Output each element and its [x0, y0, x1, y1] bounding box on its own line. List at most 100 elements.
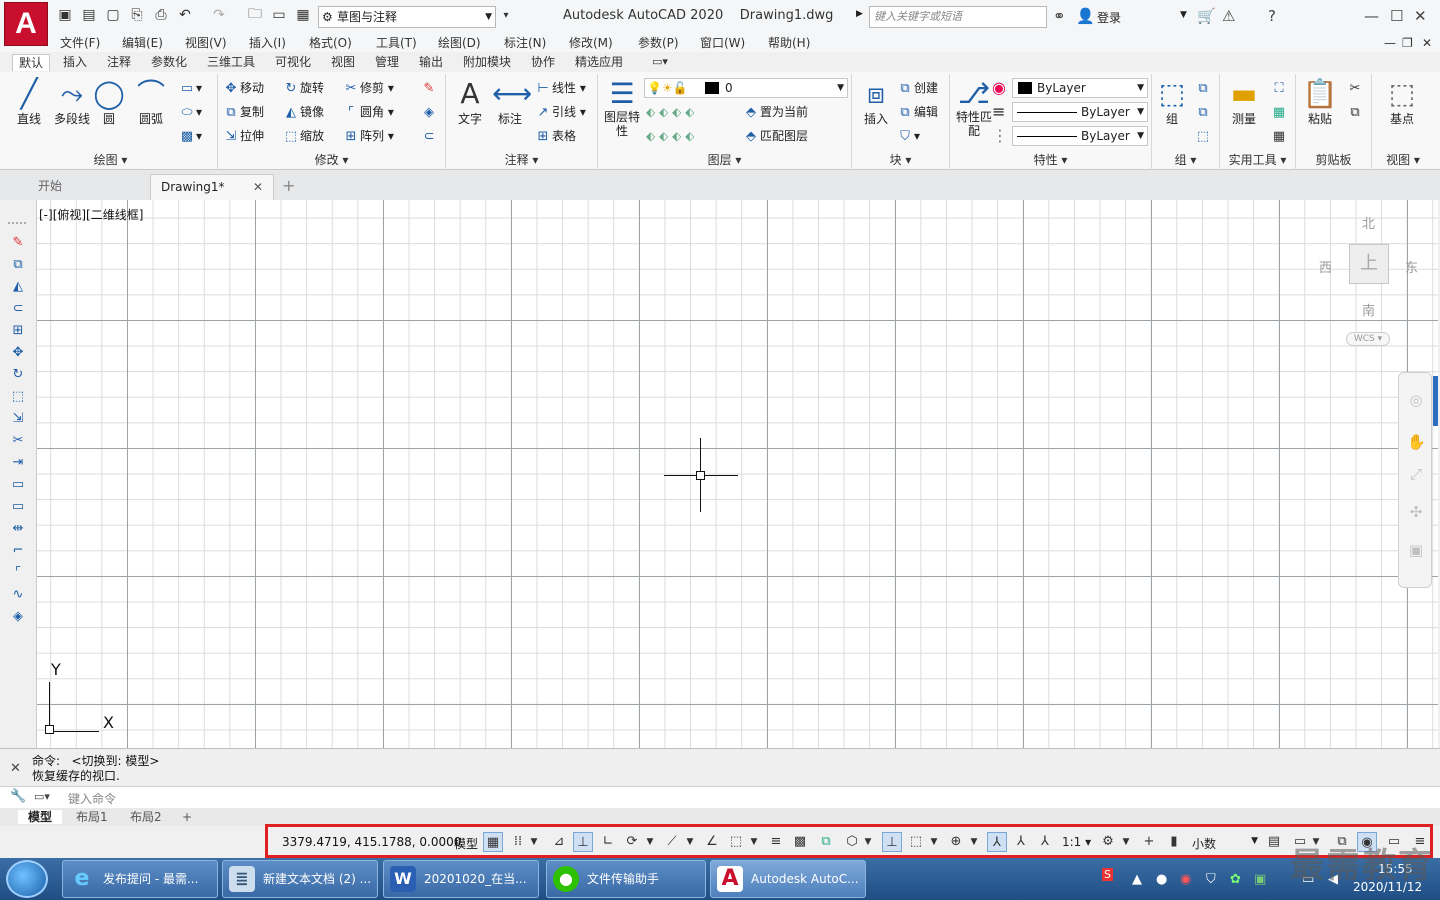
- stretch-tool-icon[interactable]: ⇲: [9, 410, 27, 428]
- panel-groups-title[interactable]: 组 ▾: [1152, 151, 1219, 168]
- drawing-canvas[interactable]: [-][俯视][二维线框] Y X: [37, 200, 1438, 748]
- cart-icon[interactable]: 🛒: [1197, 7, 1216, 25]
- move-button[interactable]: ✥ 移动: [222, 78, 264, 98]
- copy-clip-icon[interactable]: ⧉: [1346, 102, 1364, 122]
- tab-manage[interactable]: 管理: [375, 54, 399, 70]
- nvidia-tray-icon[interactable]: ▣: [1254, 872, 1266, 887]
- save-icon[interactable]: ▣: [56, 6, 74, 24]
- panel-view-title[interactable]: 视图 ▾: [1372, 151, 1434, 168]
- viewport-controls-label[interactable]: [-][俯视][二维线框]: [39, 206, 143, 223]
- panel-draw-title[interactable]: 绘图 ▾: [4, 151, 217, 168]
- wechat-tray-icon[interactable]: ●: [1156, 872, 1167, 887]
- menu-view[interactable]: 视图(V): [185, 34, 227, 52]
- copy-tool-icon[interactable]: ⧉: [9, 256, 27, 274]
- group-select-icon[interactable]: ⬚: [1194, 126, 1212, 146]
- measure-button[interactable]: ▬ 测量: [1224, 78, 1264, 127]
- showmotion-icon[interactable]: ▣: [1407, 541, 1425, 559]
- menu-tools[interactable]: 工具(T): [376, 34, 417, 52]
- scrollbar-thumb[interactable]: [1433, 376, 1438, 426]
- polyline-button[interactable]: ⤳ 多段线: [50, 78, 94, 127]
- tab-featured-apps[interactable]: 精选应用: [575, 54, 623, 70]
- tab-3d-tools[interactable]: 三维工具: [207, 54, 255, 70]
- close-icon[interactable]: ✕: [1414, 7, 1427, 25]
- tab-output[interactable]: 输出: [419, 54, 443, 70]
- close-command-icon[interactable]: ✕: [10, 761, 21, 776]
- search-input[interactable]: 键入关键字或短语: [869, 6, 1047, 28]
- menu-parameters[interactable]: 参数(P): [638, 34, 679, 52]
- base-point-button[interactable]: ⬚ 基点: [1380, 78, 1424, 127]
- edit-block-button[interactable]: ⧉ 编辑: [896, 102, 938, 122]
- viewcube-west[interactable]: 西: [1319, 257, 1332, 276]
- redo-icon[interactable]: ↷: [210, 6, 228, 24]
- tab-annotate[interactable]: 注释: [107, 54, 131, 70]
- color-dropdown[interactable]: ByLayer ▼: [1012, 78, 1148, 98]
- table-button[interactable]: ⊞ 表格: [534, 126, 576, 146]
- transparency-icon[interactable]: ⋮: [992, 126, 1008, 145]
- linetype-dropdown[interactable]: ByLayer ▼: [1012, 102, 1148, 122]
- arc-button[interactable]: ⌒ 圆弧: [134, 78, 168, 127]
- offset-button[interactable]: ⊂: [420, 126, 438, 146]
- tab-visualize[interactable]: 可视化: [275, 54, 311, 70]
- blend-tool-icon[interactable]: ∿: [9, 586, 27, 604]
- ungroup-icon[interactable]: ⧉: [1194, 78, 1212, 98]
- menu-help[interactable]: 帮助(H): [768, 34, 810, 52]
- viewcube-top-face[interactable]: 上: [1349, 244, 1389, 284]
- doc-close-icon[interactable]: ✕: [1422, 34, 1432, 52]
- group-edit-icon[interactable]: ⧉: [1194, 102, 1212, 122]
- leaf-tray-icon[interactable]: ✿: [1230, 872, 1241, 887]
- tab-parametric[interactable]: 参数化: [151, 54, 187, 70]
- tab-insert[interactable]: 插入: [63, 54, 87, 70]
- panel-annotation-title[interactable]: 注释 ▾: [446, 151, 597, 168]
- erase-tool-icon[interactable]: ✎: [9, 234, 27, 252]
- line-button[interactable]: ╱ 直线: [12, 78, 46, 127]
- open-icon[interactable]: ▢: [104, 6, 122, 24]
- copy-button[interactable]: ⧉ 复制: [222, 102, 264, 122]
- panel-modify-title[interactable]: 修改 ▾: [218, 151, 445, 168]
- color-wheel-icon[interactable]: ◉: [992, 78, 1006, 97]
- ellipse-icon[interactable]: ⬭ ▾: [178, 102, 202, 122]
- cut-icon[interactable]: ✂: [1346, 78, 1364, 98]
- scale-tool-icon[interactable]: ⬚: [9, 388, 27, 406]
- create-block-button[interactable]: ⧉ 创建: [896, 78, 938, 98]
- tab-view[interactable]: 视图: [331, 54, 355, 70]
- task-autocad[interactable]: A Autodesk AutoC...: [710, 860, 866, 898]
- circle-button[interactable]: ◯ 圆: [92, 78, 126, 127]
- layer-tools-row2[interactable]: ⬖ ⬖ ⬖ ⬖: [646, 126, 694, 146]
- quick-select-icon[interactable]: ⛶: [1270, 78, 1288, 98]
- panel-layers-title[interactable]: 图层 ▾: [598, 151, 851, 168]
- group-button[interactable]: ⬚ 组: [1154, 78, 1190, 127]
- rotate-button[interactable]: ↻ 旋转: [282, 78, 324, 98]
- new-file-icon[interactable]: ▭: [270, 6, 288, 24]
- export-icon[interactable]: ⎘: [128, 6, 146, 24]
- tab-model[interactable]: 模型: [18, 810, 63, 824]
- weibo-tray-icon[interactable]: ◉: [1180, 872, 1191, 887]
- layer-dropdown[interactable]: 💡☀🔓 0 ▼: [644, 78, 848, 98]
- command-input[interactable]: 键入命令: [68, 790, 116, 807]
- shield-icon[interactable]: ⛉: [1206, 872, 1216, 887]
- pan-hand-icon[interactable]: ✋: [1407, 433, 1426, 451]
- network-tray-icon[interactable]: ▲: [1132, 872, 1142, 887]
- panel-block-title[interactable]: 块 ▾: [852, 151, 949, 168]
- trim-tool-icon[interactable]: ✂: [9, 432, 27, 450]
- zoom-extents-icon[interactable]: ⤢: [1407, 465, 1425, 483]
- lineweight-dropdown[interactable]: ByLayer ▼: [1012, 126, 1148, 146]
- move-tool-icon[interactable]: ✥: [9, 344, 27, 362]
- menu-insert[interactable]: 插入(I): [249, 34, 286, 52]
- close-tab-icon[interactable]: ✕: [253, 175, 263, 199]
- match-layer-button[interactable]: ⬘ 匹配图层: [742, 126, 808, 146]
- join-tool-icon[interactable]: ⇹: [9, 520, 27, 538]
- mirror-button[interactable]: ◭ 镜像: [282, 102, 324, 122]
- menu-draw[interactable]: 绘图(D): [438, 34, 481, 52]
- select-all-icon[interactable]: ▦: [1270, 102, 1288, 122]
- break-point-tool-icon[interactable]: ▭: [9, 476, 27, 494]
- explode-tool-icon[interactable]: ◈: [9, 608, 27, 626]
- help-icon[interactable]: ?: [1268, 7, 1276, 25]
- trim-button[interactable]: ✂ 修剪 ▾: [342, 78, 394, 98]
- calculator-icon[interactable]: ▦: [1270, 126, 1288, 146]
- rotate-tool-icon[interactable]: ↻: [9, 366, 27, 384]
- steering-wheel-icon[interactable]: ◎: [1407, 391, 1425, 409]
- folder-icon[interactable]: 🗀: [246, 6, 264, 24]
- stretch-button[interactable]: ⇲ 拉伸: [222, 126, 264, 146]
- menu-modify[interactable]: 修改(M): [569, 34, 613, 52]
- tab-addins[interactable]: 附加模块: [463, 54, 511, 70]
